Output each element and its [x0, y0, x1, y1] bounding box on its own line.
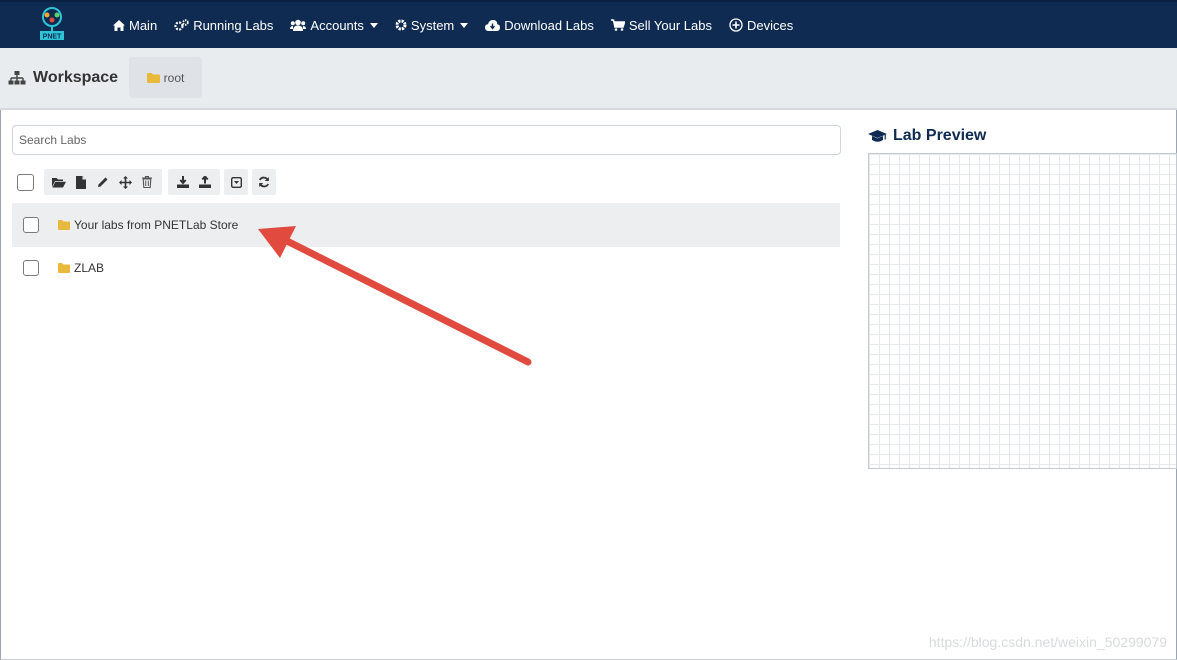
collapse-icon[interactable]: [224, 169, 248, 195]
sitemap-icon: [8, 71, 26, 85]
nav-accounts[interactable]: Accounts: [290, 17, 378, 33]
nav-menu: Main Running Labs Accounts System Downlo…: [113, 2, 810, 48]
breadcrumb-root-label: root: [163, 70, 185, 85]
nav-download-labs[interactable]: Download Labs: [485, 18, 594, 33]
nav-running-labs-label: Running Labs: [193, 17, 274, 33]
list-item[interactable]: ZLAB: [12, 246, 840, 290]
graduation-cap-icon: [868, 129, 887, 142]
row-checkbox[interactable]: [23, 260, 39, 276]
lab-folder-name: ZLAB: [74, 261, 105, 275]
nav-system-label: System: [410, 17, 455, 33]
lab-preview-canvas: [868, 153, 1177, 469]
import-icon[interactable]: [172, 169, 194, 195]
chevron-down-icon: [460, 22, 469, 28]
cart-icon: [610, 19, 625, 31]
select-all-checkbox[interactable]: [17, 173, 34, 191]
nav-devices[interactable]: Devices: [729, 18, 793, 33]
cloud-download-icon: [485, 19, 501, 31]
list-item[interactable]: Your labs from PNETLab Store: [12, 203, 840, 247]
folder-icon: [58, 263, 70, 273]
toolbar-group-main: [44, 169, 162, 195]
workspace-title: Workspace: [33, 69, 119, 86]
nav-sell-your-labs[interactable]: Sell Your Labs: [610, 17, 712, 33]
export-icon[interactable]: [194, 169, 216, 195]
lab-folder-name: Your labs from PNETLab Store: [74, 218, 239, 232]
open-folder-icon[interactable]: [48, 169, 70, 195]
pnet-logo[interactable]: PNET: [35, 6, 69, 42]
nav-accounts-label: Accounts: [310, 17, 364, 33]
lab-preview-title: Lab Preview: [868, 127, 986, 145]
workspace-bar: Workspace root: [0, 48, 1177, 110]
new-file-icon[interactable]: [70, 169, 92, 195]
gear-icon: [395, 19, 407, 31]
lab-preview-label: Lab Preview: [893, 127, 987, 144]
home-icon: [113, 19, 125, 31]
refresh-icon[interactable]: [252, 169, 276, 195]
top-navbar: PNET Main Running Labs Accounts System D…: [0, 0, 1177, 48]
plus-circle-icon: [729, 18, 743, 32]
row-checkbox[interactable]: [23, 217, 39, 233]
search-input[interactable]: [12, 125, 841, 155]
chevron-down-icon: [369, 22, 378, 28]
page-title: Workspace: [8, 69, 118, 87]
nav-main-label: Main: [129, 17, 158, 33]
edit-icon[interactable]: [92, 169, 114, 195]
delete-icon[interactable]: [136, 169, 158, 195]
nav-sell-your-labs-label: Sell Your Labs: [628, 17, 712, 33]
toolbar-group-io: [168, 169, 220, 195]
move-icon[interactable]: [114, 169, 136, 195]
lab-toolbar: [17, 168, 276, 196]
svg-text:PNET: PNET: [43, 34, 62, 41]
nav-main[interactable]: Main: [113, 18, 157, 33]
breadcrumb-root[interactable]: root: [129, 57, 202, 98]
nav-devices-label: Devices: [747, 17, 794, 33]
users-icon: [290, 19, 307, 31]
nav-system[interactable]: System: [395, 17, 469, 33]
folder-icon: [58, 220, 70, 230]
nav-download-labs-label: Download Labs: [504, 17, 594, 33]
watermark: https://blog.csdn.net/weixin_50299079: [928, 634, 1167, 650]
folder-icon: [146, 72, 160, 83]
gears-icon: [174, 19, 189, 31]
nav-running-labs[interactable]: Running Labs: [174, 18, 273, 33]
